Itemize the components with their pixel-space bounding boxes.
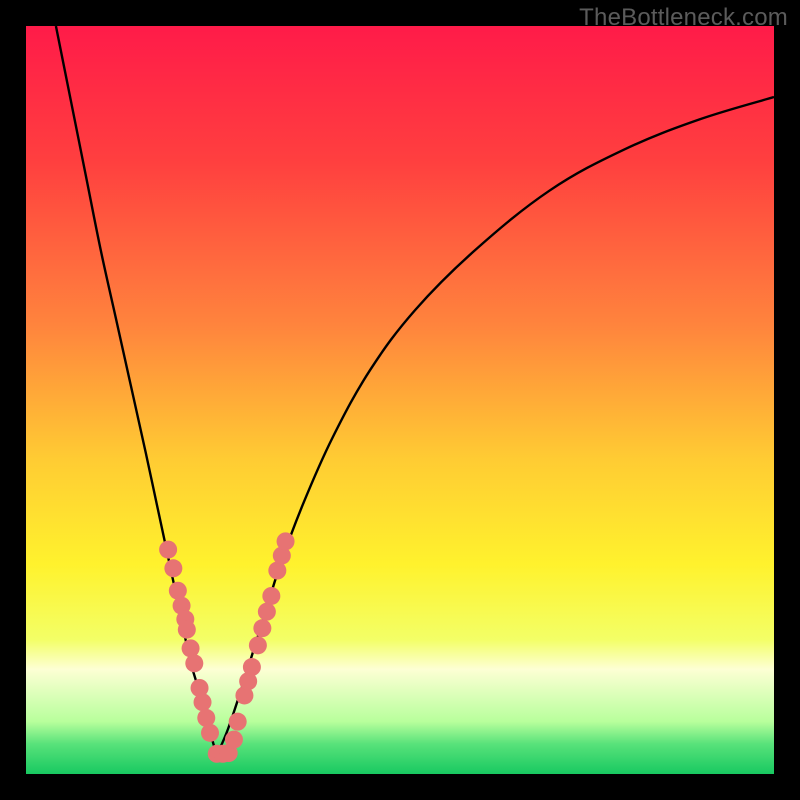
data-marker (201, 724, 219, 742)
data-marker (262, 587, 280, 605)
data-marker (185, 654, 203, 672)
data-marker (197, 709, 215, 727)
data-marker (178, 621, 196, 639)
data-marker (258, 603, 276, 621)
data-marker (169, 582, 187, 600)
bottleneck-plot (26, 26, 774, 774)
data-marker (182, 639, 200, 657)
chart-frame: TheBottleneck.com (0, 0, 800, 800)
data-marker (249, 636, 267, 654)
data-marker (243, 658, 261, 676)
data-marker (229, 713, 247, 731)
data-marker (164, 559, 182, 577)
data-marker (253, 619, 271, 637)
data-marker (225, 731, 243, 749)
data-marker (277, 532, 295, 550)
data-marker (194, 693, 212, 711)
data-marker (159, 541, 177, 559)
plot-background (26, 26, 774, 774)
